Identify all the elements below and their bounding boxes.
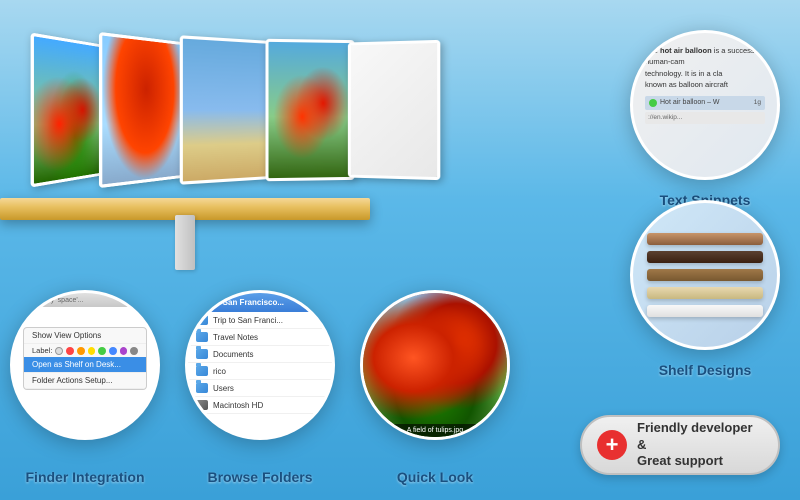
label-color-red [66, 347, 74, 355]
label-color-green [98, 347, 106, 355]
green-dot-icon [649, 99, 657, 107]
shelf-container [0, 20, 380, 280]
text-snippets-circle: The hot air balloon is a successful huma… [630, 30, 780, 180]
shelf-photos [30, 40, 480, 180]
browse-item-6: Macintosh HD [188, 397, 332, 414]
shelf-strip-wood [647, 233, 762, 245]
finder-title-bar: py 'space'... [13, 293, 157, 307]
shelf-designs-content [633, 203, 777, 347]
url-bar: ://en.wikip... [645, 112, 765, 124]
label-color-orange [77, 347, 85, 355]
finder-menu-show-view: Show View Options [24, 328, 146, 344]
folder-icon-5 [196, 383, 208, 393]
support-line1: Friendly developer & [637, 420, 763, 454]
shelf-designs-label: Shelf Designs [620, 362, 790, 378]
shelf-designs-circle [630, 200, 780, 350]
browse-item-4: rico [188, 363, 332, 380]
shelf-strip-white [647, 305, 762, 317]
support-button[interactable]: + Friendly developer & Great support [580, 415, 780, 475]
finder-max-button [36, 297, 43, 304]
snippet-bar: Hot air balloon – W 1g [645, 96, 765, 110]
browse-folders-label: Browse Folders [185, 469, 335, 485]
hd-icon [196, 400, 208, 410]
support-text: Friendly developer & Great support [637, 420, 763, 471]
plus-icon: + [597, 430, 627, 460]
folder-icon-1 [196, 315, 208, 325]
finder-title-text: py 'space'... [47, 297, 84, 304]
shelf-strip-light [647, 287, 762, 299]
tulip-image [363, 293, 507, 437]
photo-card-5 [348, 40, 440, 180]
browse-folders-content: Trip to San Francisco... Trip to San Fra… [188, 293, 332, 437]
browse-item-5: Users [188, 380, 332, 397]
quicklook-caption: A field of tulips.jpg [363, 424, 507, 437]
finder-integration-content: py 'space'... Show View Options Label: O… [13, 293, 157, 437]
finder-close-button [18, 297, 25, 304]
folder-icon-4 [196, 366, 208, 376]
finder-menu-folder-actions: Folder Actions Setup... [24, 373, 146, 389]
finder-integration-label: Finder Integration [10, 469, 160, 485]
shelf-bracket [175, 215, 195, 270]
finder-label-row: Label: [24, 344, 146, 357]
snippet-text: The hot air balloon is a successful huma… [645, 46, 763, 89]
browse-folders-circle: Trip to San Francisco... Trip to San Fra… [185, 290, 335, 440]
browse-item-2: Travel Notes [188, 329, 332, 346]
folder-icon-3 [196, 349, 208, 359]
quick-look-circle: A field of tulips.jpg [360, 290, 510, 440]
finder-integration-circle: py 'space'... Show View Options Label: O… [10, 290, 160, 440]
label-color-gray [130, 347, 138, 355]
quick-look-content: A field of tulips.jpg [363, 293, 507, 437]
text-snippets-content: The hot air balloon is a successful huma… [633, 33, 777, 177]
label-color-purple [120, 347, 128, 355]
quick-look-label: Quick Look [360, 469, 510, 485]
label-color-none [55, 347, 63, 355]
browse-item-1: Trip to San Franci... [188, 312, 332, 329]
photo-card-2 [99, 32, 187, 188]
finder-menu-open-shelf: Open as Shelf on Desk... [24, 357, 146, 373]
shelf-strip-dark [647, 251, 762, 263]
browse-item-3: Documents [188, 346, 332, 363]
label-color-yellow [88, 347, 96, 355]
browse-title: Trip to San Francisco... [188, 293, 332, 312]
shelf-strip-med [647, 269, 762, 281]
photo-card-3 [180, 35, 269, 185]
finder-min-button [27, 297, 34, 304]
label-color-blue [109, 347, 117, 355]
photo-card-4 [265, 39, 354, 181]
folder-icon-2 [196, 332, 208, 342]
finder-menu: Show View Options Label: Open as Shelf o… [23, 327, 147, 390]
support-line2: Great support [637, 453, 763, 470]
